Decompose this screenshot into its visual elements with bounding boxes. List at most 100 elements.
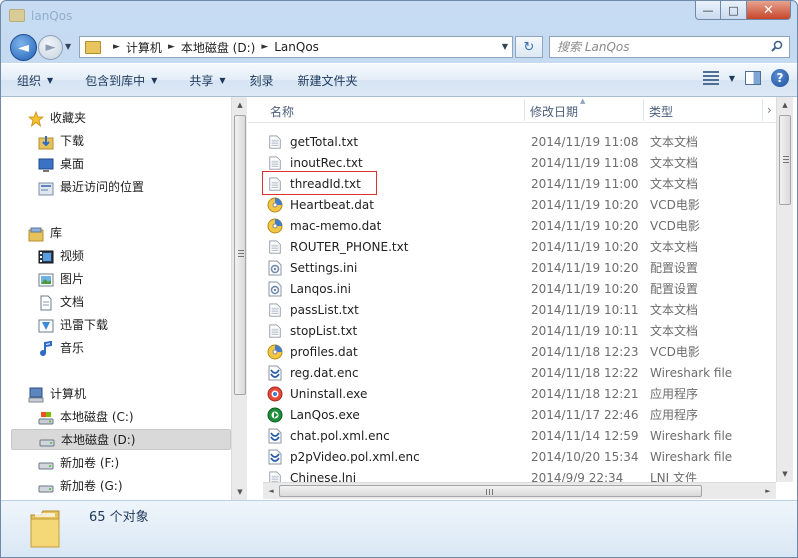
scrollbar-thumb[interactable] — [779, 115, 791, 205]
toolbar-button-2[interactable]: 共享 ▼ — [167, 68, 235, 92]
file-row[interactable]: chat.pol.xml.enc 2014/11/14 12:59 Wireshar… — [267, 425, 767, 446]
sidebar-item[interactable]: 迅雷下载 — [1, 314, 231, 335]
toolbar-button-0[interactable]: 组织 ▼ — [1, 68, 63, 92]
sidebar-item[interactable]: 本地磁盘 (D:) — [11, 429, 231, 450]
file-date: 2014/11/19 10:20 — [531, 281, 639, 296]
maximize-button[interactable]: □ — [721, 1, 747, 20]
file-date: 2014/11/19 10:20 — [531, 260, 639, 275]
file-row[interactable]: Uninstall.exe 2014/11/18 12:21 应用程序 — [267, 383, 767, 404]
sidebar-item[interactable]: 新加卷 (G:) — [1, 475, 231, 496]
file-date: 2014/11/18 12:21 — [531, 386, 639, 401]
hscrollbar-thumb[interactable] — [279, 485, 702, 497]
file-row[interactable]: Heartbeat.dat 2014/11/19 10:20 VCD电影 — [267, 194, 767, 215]
breadcrumb-item[interactable]: LanQos — [274, 40, 319, 54]
sidebar-item[interactable]: 音乐 — [1, 337, 231, 358]
sidebar-item[interactable]: 本地磁盘 (C:) — [1, 406, 231, 427]
toolbar-button-1[interactable]: 包含到库中 ▼ — [63, 68, 167, 92]
explorer-window: lanQos — □ ✕ ◄ ► ▼ ► 计算机 ► 本地磁盘 (D:) ► LanQos… — [0, 0, 798, 558]
sidebar-item-label: 视频 — [60, 249, 85, 263]
help-icon[interactable]: ? — [771, 69, 789, 87]
search-icon[interactable] — [771, 40, 783, 52]
scroll-left-icon[interactable]: ◄ — [263, 483, 279, 499]
file-type: 配置设置 — [650, 282, 699, 296]
sidebar-item[interactable]: 视频 — [1, 245, 231, 266]
nav-pane-scrollbar[interactable]: ▲ ▼ — [231, 97, 247, 500]
column-header-date[interactable]: 修改日期 — [530, 103, 578, 120]
file-type: 应用程序 — [650, 408, 699, 422]
scroll-right-icon[interactable]: ► — [760, 483, 776, 499]
scroll-down-icon[interactable]: ▼ — [232, 484, 248, 500]
file-date: 2014/11/17 22:46 — [531, 407, 639, 422]
horizontal-scrollbar[interactable]: ◄ ► — [263, 482, 776, 499]
view-dropdown-icon[interactable]: ▼ — [729, 74, 735, 83]
file-row[interactable]: getTotal.txt 2014/11/19 11:08 文本文档 — [267, 131, 767, 152]
preview-pane-icon[interactable] — [745, 71, 761, 85]
navigation-bar: ◄ ► ▼ ► 计算机 ► 本地磁盘 (D:) ► LanQos ▼ ↻ — [1, 31, 797, 63]
toolbar-button-3[interactable]: 刻录 — [236, 68, 284, 92]
refresh-button[interactable]: ↻ — [515, 36, 543, 58]
sidebar-item[interactable]: 桌面 — [1, 153, 231, 174]
column-header-name[interactable]: 名称 — [270, 103, 294, 120]
sidebar-item[interactable]: 图片 — [1, 268, 231, 289]
file-row[interactable]: profiles.dat 2014/11/18 12:23 VCD电影 — [267, 341, 767, 362]
address-dropdown-icon[interactable]: ▼ — [502, 42, 508, 51]
sidebar-item[interactable]: 下载 — [1, 130, 231, 151]
file-row[interactable]: stopList.txt 2014/11/19 10:11 文本文档 — [267, 320, 767, 341]
video-icon — [38, 249, 54, 263]
file-row[interactable]: reg.dat.enc 2014/11/18 12:22 Wireshark fil… — [267, 362, 767, 383]
sidebar-item[interactable]: 最近访问的位置 — [1, 176, 231, 197]
file-txt-icon — [267, 302, 283, 318]
desktop-icon — [38, 157, 54, 172]
drive-icon — [39, 433, 55, 447]
file-name: getTotal.txt — [290, 134, 359, 149]
file-uninstall-icon — [267, 386, 283, 402]
file-row[interactable]: ROUTER_PHONE.txt 2014/11/19 10:20 文本文档 — [267, 236, 767, 257]
file-date: 2014/11/19 10:20 — [531, 197, 639, 212]
view-options-icon[interactable] — [702, 71, 719, 85]
minimize-button[interactable]: — — [695, 1, 721, 20]
breadcrumb-item[interactable]: 计算机 — [126, 39, 162, 56]
title-bar[interactable]: lanQos — □ ✕ — [1, 1, 797, 31]
file-name: mac-memo.dat — [290, 218, 382, 233]
file-row[interactable]: mac-memo.dat 2014/11/19 10:20 VCD电影 — [267, 215, 767, 236]
file-date: 2014/11/19 10:20 — [531, 218, 639, 233]
forward-button[interactable]: ► — [38, 35, 63, 60]
scrollbar-thumb[interactable] — [234, 115, 246, 395]
file-name: passList.txt — [290, 302, 359, 317]
file-row[interactable]: passList.txt 2014/11/19 10:11 文本文档 — [267, 299, 767, 320]
file-name: stopList.txt — [290, 323, 358, 338]
back-button[interactable]: ◄ — [10, 34, 37, 61]
scroll-up-icon[interactable]: ▲ — [232, 97, 248, 113]
sidebar-item[interactable]: 库 — [1, 222, 231, 243]
breadcrumb-separator-icon[interactable]: ► — [113, 42, 120, 52]
item-count: 65 个对象 — [89, 510, 149, 525]
file-row[interactable]: Lanqos.ini 2014/11/19 10:20 配置设置 — [267, 278, 767, 299]
sidebar-item[interactable]: 计算机 — [1, 383, 231, 404]
sidebar-item[interactable]: 文档 — [1, 291, 231, 312]
file-row[interactable]: LanQos.exe 2014/11/17 22:46 应用程序 — [267, 404, 767, 425]
sidebar-item[interactable]: 新加卷 (F:) — [1, 452, 231, 473]
sort-arrow-icon: ▲ — [580, 97, 586, 105]
column-header-more-icon[interactable]: › — [767, 103, 772, 117]
breadcrumb-separator-icon[interactable]: ► — [261, 42, 268, 52]
toolbar-button-4[interactable]: 新建文件夹 — [284, 68, 368, 92]
column-header-type[interactable]: 类型 — [649, 103, 673, 120]
file-row[interactable]: Settings.ini 2014/11/19 10:20 配置设置 — [267, 257, 767, 278]
close-button[interactable]: ✕ — [747, 1, 791, 20]
breadcrumb-item[interactable]: 本地磁盘 (D:) — [181, 39, 255, 56]
system-drive-icon — [38, 410, 54, 424]
breadcrumb-separator-icon[interactable]: ► — [168, 42, 175, 52]
computer-icon — [28, 387, 44, 402]
scroll-up-icon[interactable]: ▲ — [777, 97, 793, 113]
scroll-down-icon[interactable]: ▼ — [777, 466, 793, 482]
file-row[interactable]: p2pVideo.pol.xml.enc 2014/10/20 15:34 Wire… — [267, 446, 767, 467]
address-bar[interactable]: ► 计算机 ► 本地磁盘 (D:) ► LanQos ▼ — [79, 36, 513, 58]
history-dropdown-icon[interactable]: ▼ — [65, 42, 71, 51]
file-type: 应用程序 — [650, 387, 699, 401]
file-date: 2014/11/14 12:59 — [531, 428, 639, 443]
file-type: 文本文档 — [650, 324, 699, 338]
file-list-scrollbar[interactable]: ▲ ▼ — [776, 97, 793, 482]
search-input[interactable] — [550, 37, 760, 57]
file-row[interactable]: inoutRec.txt 2014/11/19 11:08 文本文档 — [267, 152, 767, 173]
sidebar-item[interactable]: 收藏夹 — [1, 107, 231, 128]
